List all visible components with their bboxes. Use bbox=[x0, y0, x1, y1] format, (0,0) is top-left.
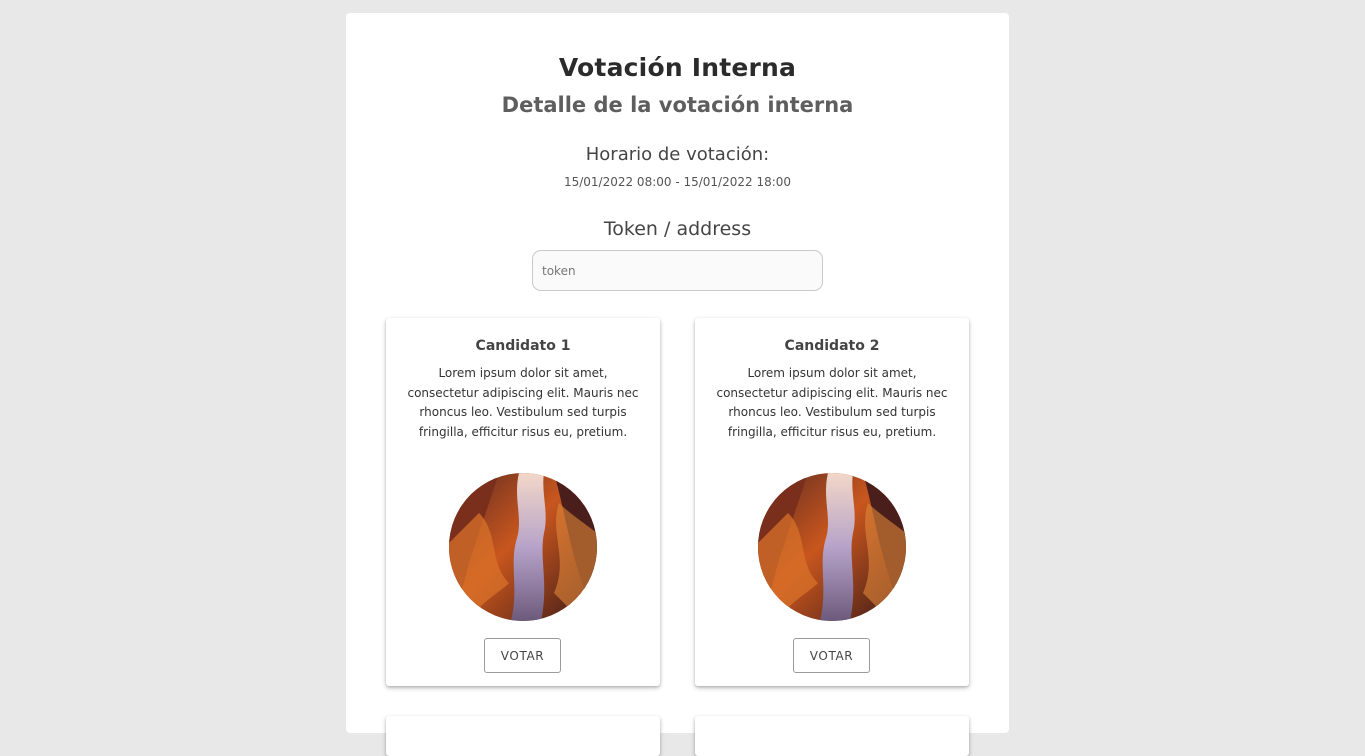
candidate-name: Candidato 1 bbox=[475, 338, 571, 354]
vote-button[interactable]: VOTAR bbox=[484, 638, 561, 673]
canyon-photo-icon bbox=[449, 473, 597, 621]
candidate-name: Candidato 2 bbox=[784, 338, 880, 354]
voting-panel: Votación Interna Detalle de la votación … bbox=[346, 13, 1009, 756]
candidate-card-next-row bbox=[386, 716, 660, 756]
candidate-card-2: Candidato 2 Lorem ipsum dolor sit amet, … bbox=[695, 318, 969, 686]
candidate-card-1: Candidato 1 Lorem ipsum dolor sit amet, … bbox=[386, 318, 660, 686]
candidate-description: Lorem ipsum dolor sit amet, consectetur … bbox=[407, 366, 639, 439]
candidate-card-next-row bbox=[695, 716, 969, 756]
candidate-photo bbox=[758, 473, 906, 621]
canyon-photo-icon bbox=[758, 473, 906, 621]
token-input[interactable] bbox=[532, 250, 823, 291]
schedule-label: Horario de votación: bbox=[585, 144, 770, 165]
token-label: Token / address bbox=[603, 218, 752, 240]
vote-button[interactable]: VOTAR bbox=[793, 638, 870, 673]
page-subtitle: Detalle de la votación interna bbox=[501, 93, 854, 117]
schedule-value: 15/01/2022 08:00 - 15/01/2022 18:00 bbox=[563, 175, 792, 189]
candidate-description: Lorem ipsum dolor sit amet, consectetur … bbox=[716, 366, 948, 439]
page-title: Votación Interna bbox=[558, 53, 797, 82]
candidate-photo bbox=[449, 473, 597, 621]
